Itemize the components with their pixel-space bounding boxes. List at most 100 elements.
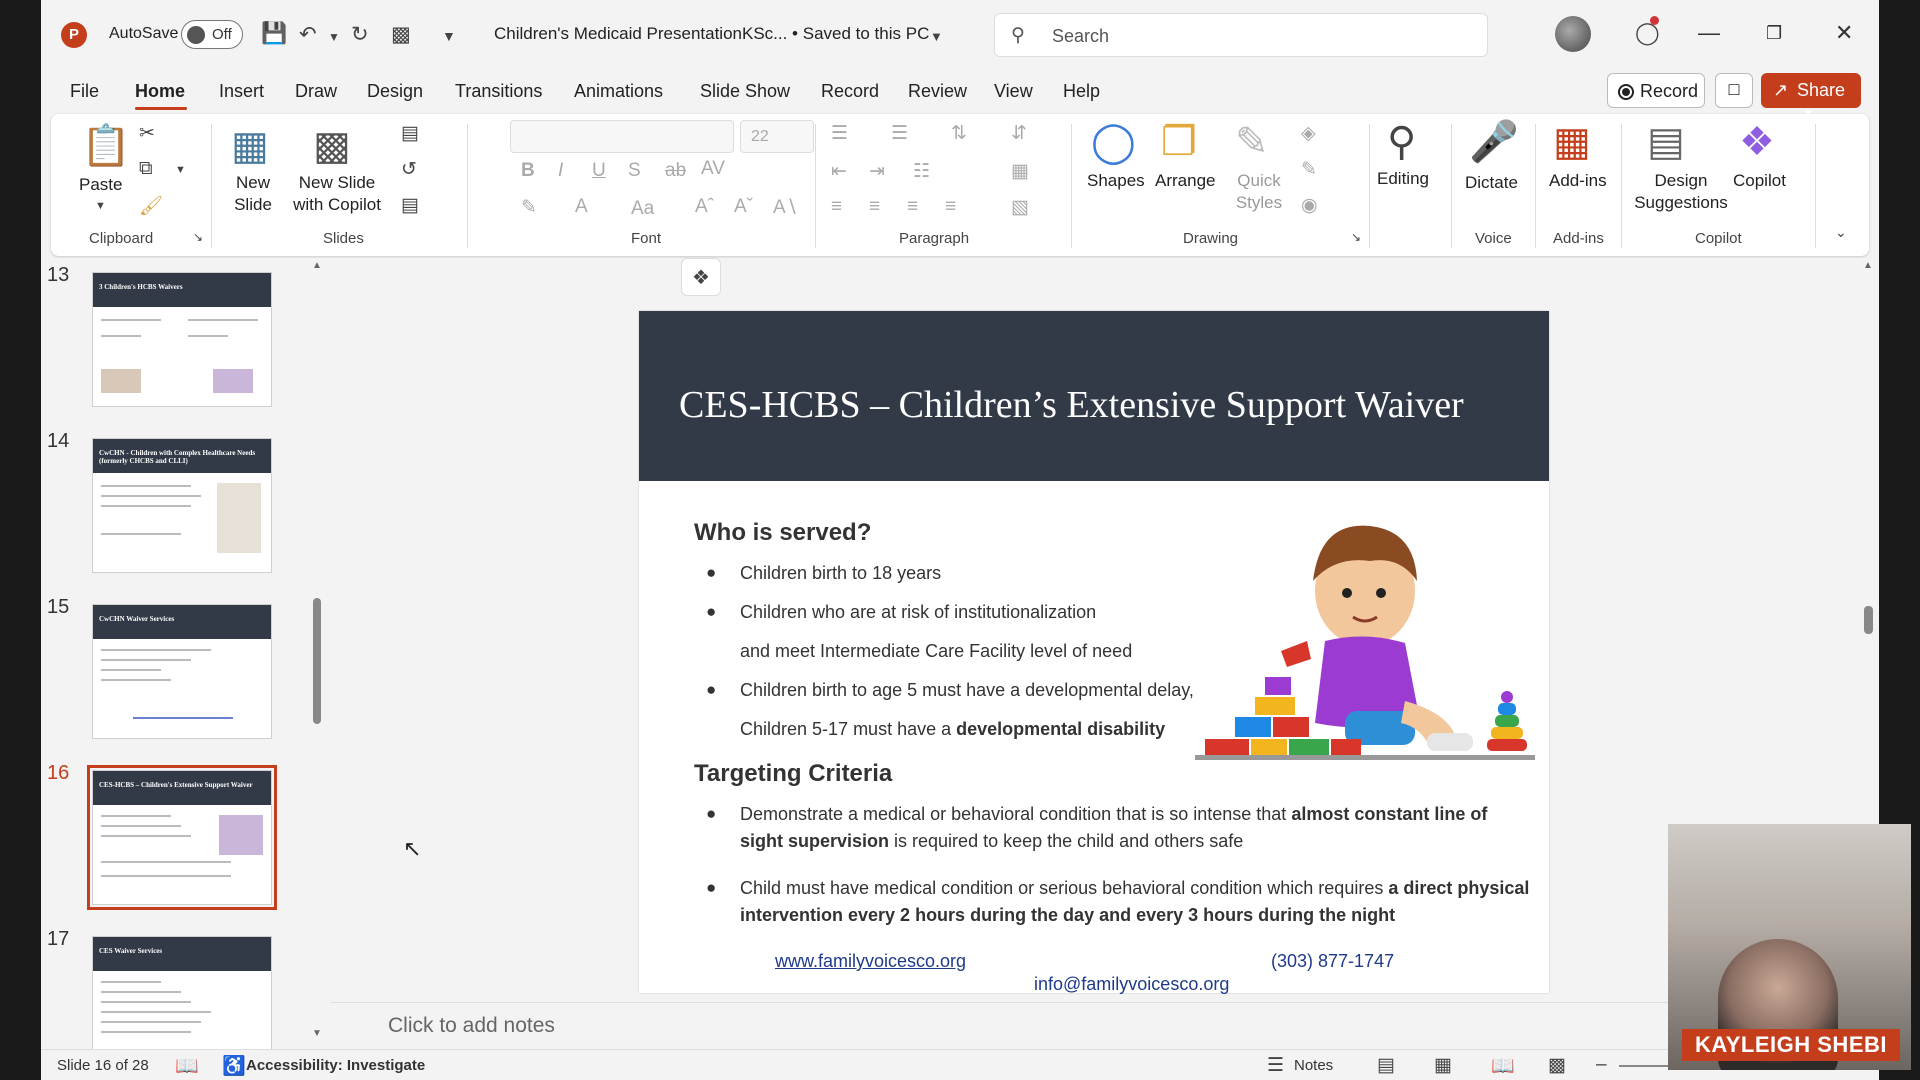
paste-icon[interactable]: 📋: [81, 124, 131, 168]
account-avatar[interactable]: [1555, 16, 1591, 52]
accessibility-status[interactable]: Accessibility: Investigate: [246, 1057, 425, 1074]
line-spacing-icon[interactable]: ⇅: [951, 122, 967, 145]
tab-transitions[interactable]: Transitions: [455, 81, 542, 102]
zoom-slider[interactable]: [1619, 1065, 1669, 1067]
shape-outline-icon[interactable]: ✎: [1301, 158, 1317, 181]
character-spacing-icon[interactable]: AV: [701, 158, 725, 180]
copy-icon[interactable]: ⧉: [139, 158, 153, 180]
collapse-ribbon-chevron-icon[interactable]: ⌄: [1835, 224, 1847, 241]
bullet-text[interactable]: Children who are at risk of institutiona…: [740, 599, 1096, 626]
title-chevron-down-icon[interactable]: ▼: [930, 29, 943, 44]
tab-file[interactable]: File: [70, 81, 99, 102]
redo-icon[interactable]: ↻: [351, 22, 369, 47]
bullet-text[interactable]: Demonstrate a medical or behavioral cond…: [740, 801, 1530, 855]
editing-label[interactable]: Editing: [1377, 168, 1429, 190]
slide-thumbnail-16[interactable]: CES-HCBS – Children's Extensive Support …: [87, 765, 277, 910]
shape-effects-icon[interactable]: ◉: [1301, 194, 1318, 217]
format-painter-icon[interactable]: 🖌: [139, 194, 163, 218]
notes-pane[interactable]: Click to add notes: [331, 1002, 1879, 1047]
bold-icon[interactable]: B: [521, 160, 535, 182]
cut-icon[interactable]: ✂: [139, 122, 155, 145]
slide-sorter-icon[interactable]: ▦: [1434, 1054, 1452, 1077]
shadow-icon[interactable]: S: [628, 160, 641, 182]
tab-record[interactable]: Record: [821, 81, 879, 102]
undo-icon[interactable]: ↶: [299, 22, 317, 47]
document-title[interactable]: Children's Medicaid PresentationKSc... •…: [494, 24, 929, 44]
align-text-icon[interactable]: ▦: [1011, 160, 1029, 183]
increase-font-icon[interactable]: Aˆ: [695, 196, 714, 218]
bullet-text-continued[interactable]: and meet Intermediate Care Facility leve…: [740, 638, 1132, 665]
scroll-down-icon[interactable]: ▼: [312, 1028, 322, 1039]
decrease-indent-icon[interactable]: ⇤: [831, 160, 847, 183]
underline-icon[interactable]: U: [592, 160, 606, 182]
smartart-icon[interactable]: ▧: [1011, 196, 1029, 219]
bullet-text[interactable]: Child must have medical condition or ser…: [740, 875, 1530, 929]
decrease-font-icon[interactable]: Aˇ: [734, 196, 753, 218]
font-family-select[interactable]: [510, 120, 734, 153]
quick-styles-icon[interactable]: ✎: [1235, 120, 1269, 164]
tab-view[interactable]: View: [994, 81, 1033, 102]
tab-animations[interactable]: Animations: [574, 81, 663, 102]
justify-icon[interactable]: ≡: [945, 196, 956, 218]
notes-toggle[interactable]: Notes: [1294, 1057, 1333, 1074]
current-slide[interactable]: CES-HCBS – Children’s Extensive Support …: [639, 311, 1549, 995]
editing-search-icon[interactable]: ⚲: [1387, 120, 1416, 164]
clipboard-launcher-icon[interactable]: ↘: [193, 230, 203, 244]
paste-label[interactable]: Paste: [79, 174, 122, 196]
copilot-icon[interactable]: ❖: [1739, 120, 1775, 164]
arrange-label[interactable]: Arrange: [1155, 170, 1215, 192]
layout-icon[interactable]: ▤: [401, 122, 419, 145]
new-slide-label[interactable]: New Slide: [225, 172, 281, 216]
microphone-icon[interactable]: 🎤: [1469, 120, 1519, 164]
spelling-icon[interactable]: 📖: [175, 1054, 199, 1078]
section-icon[interactable]: ▤: [401, 194, 419, 217]
normal-view-icon[interactable]: ▤: [1377, 1054, 1395, 1077]
zoom-out-icon[interactable]: –: [1596, 1054, 1607, 1076]
tab-insert[interactable]: Insert: [219, 81, 264, 102]
text-direction-icon[interactable]: ⇵: [1011, 122, 1027, 145]
customize-toolbar-icon[interactable]: ▼: [442, 28, 456, 44]
drawing-launcher-icon[interactable]: ↘: [1351, 230, 1361, 244]
share-button[interactable]: ↗ Share ▼: [1761, 73, 1861, 120]
align-center-icon[interactable]: ≡: [869, 196, 880, 218]
clear-formatting-icon[interactable]: A∖: [773, 196, 798, 219]
align-left-icon[interactable]: ≡: [831, 196, 842, 218]
search-box[interactable]: ⚲ Search: [994, 13, 1488, 57]
highlight-icon[interactable]: ✎: [521, 196, 537, 219]
slide-thumbnail-15[interactable]: CwCHN Waiver Services: [92, 604, 272, 739]
align-right-icon[interactable]: ≡: [907, 196, 918, 218]
autosave-toggle[interactable]: Off: [181, 20, 243, 49]
present-icon[interactable]: ▩: [391, 22, 411, 47]
reading-view-icon[interactable]: 📖: [1491, 1054, 1515, 1078]
phone-number[interactable]: (303) 877-1747: [1271, 951, 1394, 972]
slide-thumbnail-14[interactable]: CwCHN - Children with Complex Healthcare…: [92, 438, 272, 573]
bullet-text-continued[interactable]: Children 5-17 must have a developmental …: [740, 716, 1165, 743]
quick-styles-label[interactable]: Quick Styles: [1227, 170, 1291, 214]
comments-button[interactable]: □: [1715, 73, 1753, 108]
record-button[interactable]: Record: [1607, 73, 1705, 108]
scrollbar-thumb[interactable]: [1864, 606, 1873, 634]
bullet-text[interactable]: Children birth to 18 years: [740, 560, 941, 587]
change-case-icon[interactable]: Aa: [631, 198, 654, 220]
font-color-icon[interactable]: A: [575, 196, 588, 218]
strikethrough-icon[interactable]: ab: [665, 160, 686, 182]
scroll-up-icon[interactable]: ▲: [312, 260, 322, 271]
undo-dropdown-icon[interactable]: ▼: [328, 30, 340, 44]
shape-fill-icon[interactable]: ◈: [1301, 122, 1316, 145]
close-icon[interactable]: ✕: [1835, 20, 1853, 46]
addins-icon[interactable]: ▦: [1553, 120, 1591, 164]
tab-draw[interactable]: Draw: [295, 81, 337, 102]
tab-home[interactable]: Home: [135, 81, 185, 102]
addins-label[interactable]: Add-ins: [1549, 170, 1607, 192]
restore-icon[interactable]: ❐: [1766, 23, 1782, 44]
scrollbar-thumb[interactable]: [313, 598, 321, 724]
bullets-icon[interactable]: ☰: [831, 122, 848, 145]
numbering-icon[interactable]: ☰: [891, 122, 908, 145]
new-slide-icon[interactable]: ▦: [231, 124, 269, 168]
reset-icon[interactable]: ↺: [401, 158, 417, 181]
notes-icon[interactable]: ☰: [1267, 1054, 1284, 1077]
email-address[interactable]: info@familyvoicesco.org: [1034, 974, 1229, 995]
website-link[interactable]: www.familyvoicesco.org: [775, 951, 966, 972]
slide-title[interactable]: CES-HCBS – Children’s Extensive Support …: [679, 384, 1499, 426]
section-targeting-criteria[interactable]: Targeting Criteria: [694, 760, 892, 788]
